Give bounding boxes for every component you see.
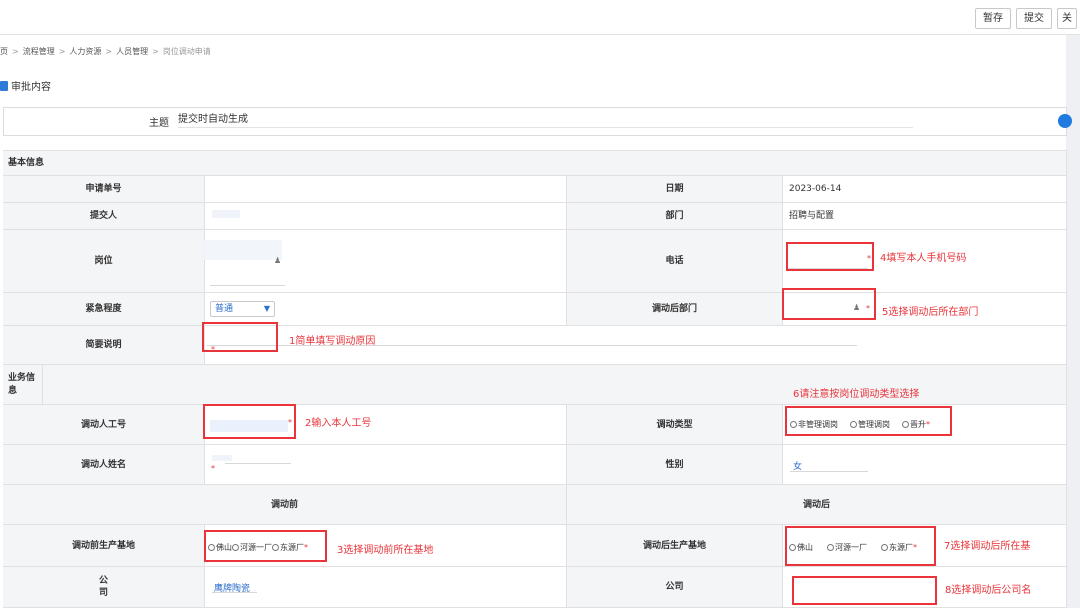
- blurred-submitter: [212, 210, 240, 218]
- apply-no-value: [205, 176, 567, 202]
- department-value: 招聘与配置: [783, 203, 1067, 229]
- required-mark: *: [211, 464, 215, 473]
- annotation-1: 1简单填写调动原因: [289, 336, 376, 347]
- new-department-label: 调动后部门: [567, 293, 783, 325]
- close-button[interactable]: 关: [1057, 8, 1077, 29]
- transfer-type-label: 调动类型: [567, 405, 783, 444]
- breadcrumb-separator-icon: >: [105, 47, 113, 56]
- save-draft-button[interactable]: 暂存: [975, 8, 1011, 29]
- after-header: 调动后: [567, 485, 1067, 524]
- gender-label: 性别: [567, 445, 783, 484]
- annotation-3: 3选择调动前所在基地: [337, 545, 434, 556]
- breadcrumb: 页 > 流程管理 > 人力资源 > 人员管理 > 岗位调动申请: [0, 40, 211, 64]
- company-before-cell: [205, 567, 567, 607]
- annotation-8: 8选择调动后公司名: [945, 585, 1032, 596]
- urgency-label: 紧急程度: [3, 293, 205, 325]
- annotation-box-base-after: [785, 526, 936, 566]
- breadcrumb-process[interactable]: 流程管理: [23, 47, 55, 56]
- gender-cell: [783, 445, 1067, 484]
- business-info-title: 业务信息: [3, 365, 43, 404]
- breadcrumb-separator-icon: >: [152, 47, 159, 56]
- table-row: 申请单号 日期 2023-06-14: [3, 176, 1067, 203]
- table-row: 调动人姓名 性别: [3, 445, 1067, 485]
- blurred-emp-name: [212, 455, 232, 461]
- annotation-6: 6请注意按岗位调动类型选择: [793, 389, 920, 400]
- base-before-label: 调动前生产基地: [3, 525, 205, 566]
- submitter-value: [205, 203, 567, 229]
- annotation-box-company-after: [792, 576, 937, 605]
- blurred-position: [202, 240, 282, 260]
- company-before-underline: [212, 592, 257, 593]
- subject-field: 提交时自动生成: [178, 114, 913, 128]
- section-title: 审批内容: [0, 77, 51, 99]
- annotation-box-new-dept: [782, 288, 876, 320]
- document-icon: [0, 81, 8, 91]
- annotation-box-base-before: [204, 530, 327, 562]
- emp-name-label: 调动人姓名: [3, 445, 205, 484]
- breadcrumb-separator-icon: >: [12, 47, 19, 56]
- annotation-2: 2输入本人工号: [305, 418, 372, 429]
- page: 暂存 提交 关 页 > 流程管理 > 人力资源 > 人员管理 > 岗位调动申请 审批内容 主题 …: [0, 0, 1080, 608]
- person-picker-icon[interactable]: ♟: [274, 257, 284, 265]
- gender-underline: [790, 471, 868, 472]
- urgency-selected-value: 普通: [215, 304, 234, 314]
- help-bubble-icon[interactable]: [1058, 114, 1072, 128]
- chevron-down-icon: ▼: [263, 304, 270, 313]
- subject-label: 主题: [149, 118, 169, 129]
- company-before-label: 公司: [3, 567, 205, 607]
- brief-label: 简要说明: [3, 326, 205, 364]
- table-row: 调动前 调动后: [3, 485, 1067, 525]
- phone-label: 电话: [567, 230, 783, 292]
- annotation-box-transfer-type: [785, 406, 952, 436]
- annotation-4: 4填写本人手机号码: [880, 253, 967, 264]
- breadcrumb-current: 岗位调动申请: [162, 47, 211, 56]
- breadcrumb-separator-icon: >: [58, 47, 66, 56]
- date-value: 2023-06-14: [783, 176, 1067, 202]
- date-label: 日期: [567, 176, 783, 202]
- annotation-box-emp-no: [203, 404, 296, 439]
- emp-name-cell: [205, 445, 567, 484]
- emp-no-label: 调动人工号: [3, 405, 205, 444]
- apply-no-label: 申请单号: [3, 176, 205, 202]
- position-label: 岗位: [3, 230, 205, 292]
- submit-button[interactable]: 提交: [1016, 8, 1052, 29]
- breadcrumb-personnel[interactable]: 人员管理: [116, 47, 148, 56]
- basic-info-title: 基本信息: [3, 151, 1067, 175]
- top-toolbar: [0, 0, 1080, 35]
- annotation-5: 5选择调动后所在部门: [882, 307, 979, 318]
- annotation-7: 7选择调动后所在基: [944, 541, 1031, 552]
- emp-name-underline: [225, 463, 291, 464]
- breadcrumb-hr[interactable]: 人力资源: [69, 47, 101, 56]
- before-header: 调动前: [3, 485, 567, 524]
- department-label: 部门: [567, 203, 783, 229]
- table-row: 提交人 部门 招聘与配置: [3, 203, 1067, 230]
- position-underline: [210, 285, 285, 286]
- breadcrumb-home[interactable]: 页: [0, 47, 8, 56]
- base-after-label: 调动后生产基地: [567, 525, 783, 566]
- company-after-label: 公司: [567, 567, 783, 607]
- submitter-label: 提交人: [3, 203, 205, 229]
- annotation-box-phone: [786, 242, 874, 271]
- section-title-text: 审批内容: [11, 82, 51, 93]
- basic-info-header-row: 基本信息: [3, 150, 1067, 176]
- annotation-box-brief: [202, 322, 278, 352]
- urgency-select[interactable]: 普通 ▼: [210, 301, 275, 317]
